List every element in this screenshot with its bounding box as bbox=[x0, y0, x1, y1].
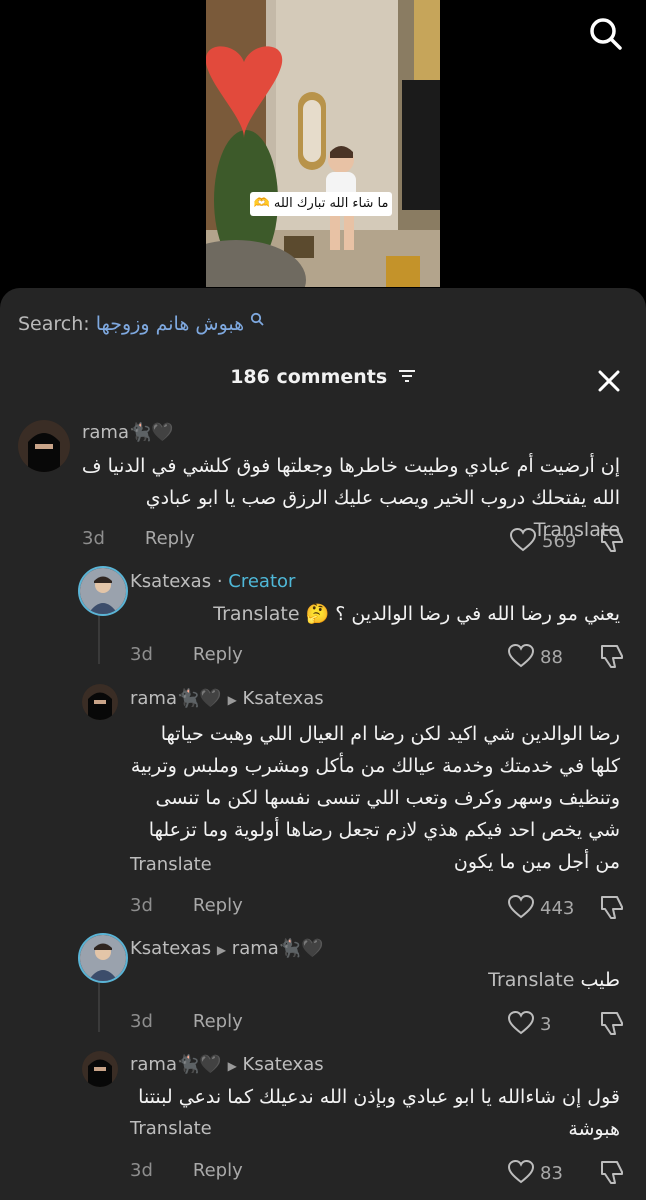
comment-author[interactable]: Ksatexas ▶ rama🐈‍⬛🖤 bbox=[130, 938, 324, 959]
comment-text: يعني مو رضا الله في رضا الوالدين ؟ 🤔 Tra… bbox=[213, 603, 620, 625]
avatar-photo bbox=[82, 1051, 118, 1087]
creator-badge: Creator bbox=[228, 571, 296, 592]
reply-button[interactable]: Reply bbox=[193, 895, 243, 916]
dislike-icon[interactable] bbox=[598, 1158, 626, 1186]
like-button[interactable]: 3 bbox=[507, 1010, 552, 1035]
dislike-icon[interactable] bbox=[598, 642, 626, 670]
video-scene bbox=[206, 0, 440, 287]
translate-link[interactable]: Translate bbox=[130, 1118, 212, 1139]
comment-meta: 3d Reply bbox=[130, 644, 243, 665]
comment-author[interactable]: rama🐈‍⬛🖤 ▶ Ksatexas bbox=[130, 688, 324, 709]
comment-author[interactable]: rama🐈‍⬛🖤 bbox=[82, 422, 174, 443]
comment-author[interactable]: Ksatexas · Creator bbox=[130, 571, 295, 592]
avatar-photo bbox=[82, 684, 118, 720]
comments-header: 186 comments bbox=[0, 366, 646, 388]
reply-button[interactable]: Reply bbox=[145, 528, 195, 549]
reply-button[interactable]: Reply bbox=[193, 1011, 243, 1032]
video-caption-sticker: ما شاء الله تبارك الله 🫶 bbox=[250, 192, 392, 216]
heart-icon bbox=[507, 1159, 535, 1184]
search-label: Search: bbox=[18, 313, 90, 335]
thread-line bbox=[98, 612, 100, 664]
like-count: 443 bbox=[540, 898, 575, 919]
search-suggestion[interactable]: Search: هبوش هانم وزوجها bbox=[18, 312, 264, 335]
like-count: 569 bbox=[542, 531, 577, 552]
comment-text: طيب Translate bbox=[488, 969, 620, 991]
reply-to-user[interactable]: Ksatexas bbox=[243, 688, 324, 709]
translate-link[interactable]: Translate bbox=[213, 603, 299, 625]
close-icon[interactable] bbox=[596, 368, 622, 394]
like-count: 3 bbox=[540, 1014, 552, 1035]
filter-icon[interactable] bbox=[398, 369, 416, 383]
avatar[interactable] bbox=[78, 933, 128, 983]
search-icon[interactable] bbox=[588, 16, 624, 52]
reply-button[interactable]: Reply bbox=[193, 644, 243, 665]
translate-link[interactable]: Translate bbox=[488, 969, 574, 991]
reply-arrow-icon: ▶ bbox=[227, 1059, 237, 1073]
avatar[interactable] bbox=[82, 684, 118, 720]
heart-icon bbox=[507, 643, 535, 668]
comment-time: 3d bbox=[130, 1011, 153, 1032]
reply-arrow-icon: ▶ bbox=[216, 943, 227, 957]
avatar[interactable] bbox=[78, 566, 128, 616]
heart-icon bbox=[509, 527, 537, 552]
like-count: 83 bbox=[540, 1163, 563, 1184]
dislike-icon[interactable] bbox=[598, 893, 626, 921]
heart-icon bbox=[507, 894, 535, 919]
comment-time: 3d bbox=[130, 1160, 153, 1181]
dislike-icon[interactable] bbox=[598, 526, 626, 554]
reply-arrow-icon: ▶ bbox=[227, 693, 237, 707]
comment-meta: 3d Reply bbox=[130, 1011, 243, 1032]
like-button[interactable]: 83 bbox=[507, 1159, 563, 1184]
reply-to-user[interactable]: Ksatexas bbox=[243, 1054, 324, 1075]
creator-avatar-photo bbox=[80, 568, 126, 614]
avatar[interactable] bbox=[82, 1051, 118, 1087]
comment-meta: 3d Reply bbox=[130, 1160, 243, 1181]
video-area[interactable]: ما شاء الله تبارك الله 🫶 bbox=[0, 0, 646, 290]
reply-to-user[interactable]: rama🐈‍⬛🖤 bbox=[232, 938, 324, 959]
comment-author[interactable]: rama🐈‍⬛🖤 ▶ Ksatexas bbox=[130, 1054, 324, 1075]
small-search-icon bbox=[251, 312, 264, 326]
translate-link[interactable]: Translate bbox=[130, 854, 212, 875]
comment-meta: 3d Reply bbox=[130, 895, 243, 916]
like-button[interactable]: 569 bbox=[509, 527, 577, 552]
thread-line bbox=[98, 980, 100, 1032]
reply-button[interactable]: Reply bbox=[193, 1160, 243, 1181]
comment-time: 3d bbox=[130, 895, 153, 916]
heart-icon bbox=[507, 1010, 535, 1035]
creator-avatar-photo bbox=[80, 935, 126, 981]
video-thumbnail[interactable]: ما شاء الله تبارك الله 🫶 bbox=[206, 0, 440, 287]
dislike-icon[interactable] bbox=[598, 1009, 626, 1037]
comment-meta: 3d Reply bbox=[82, 528, 195, 549]
comment-time: 3d bbox=[130, 644, 153, 665]
like-count: 88 bbox=[540, 647, 563, 668]
like-button[interactable]: 443 bbox=[507, 894, 575, 919]
comment-time: 3d bbox=[82, 528, 105, 549]
like-button[interactable]: 88 bbox=[507, 643, 563, 668]
comments-count: 186 comments bbox=[230, 366, 388, 388]
search-query-link[interactable]: هبوش هانم وزوجها bbox=[96, 313, 244, 335]
